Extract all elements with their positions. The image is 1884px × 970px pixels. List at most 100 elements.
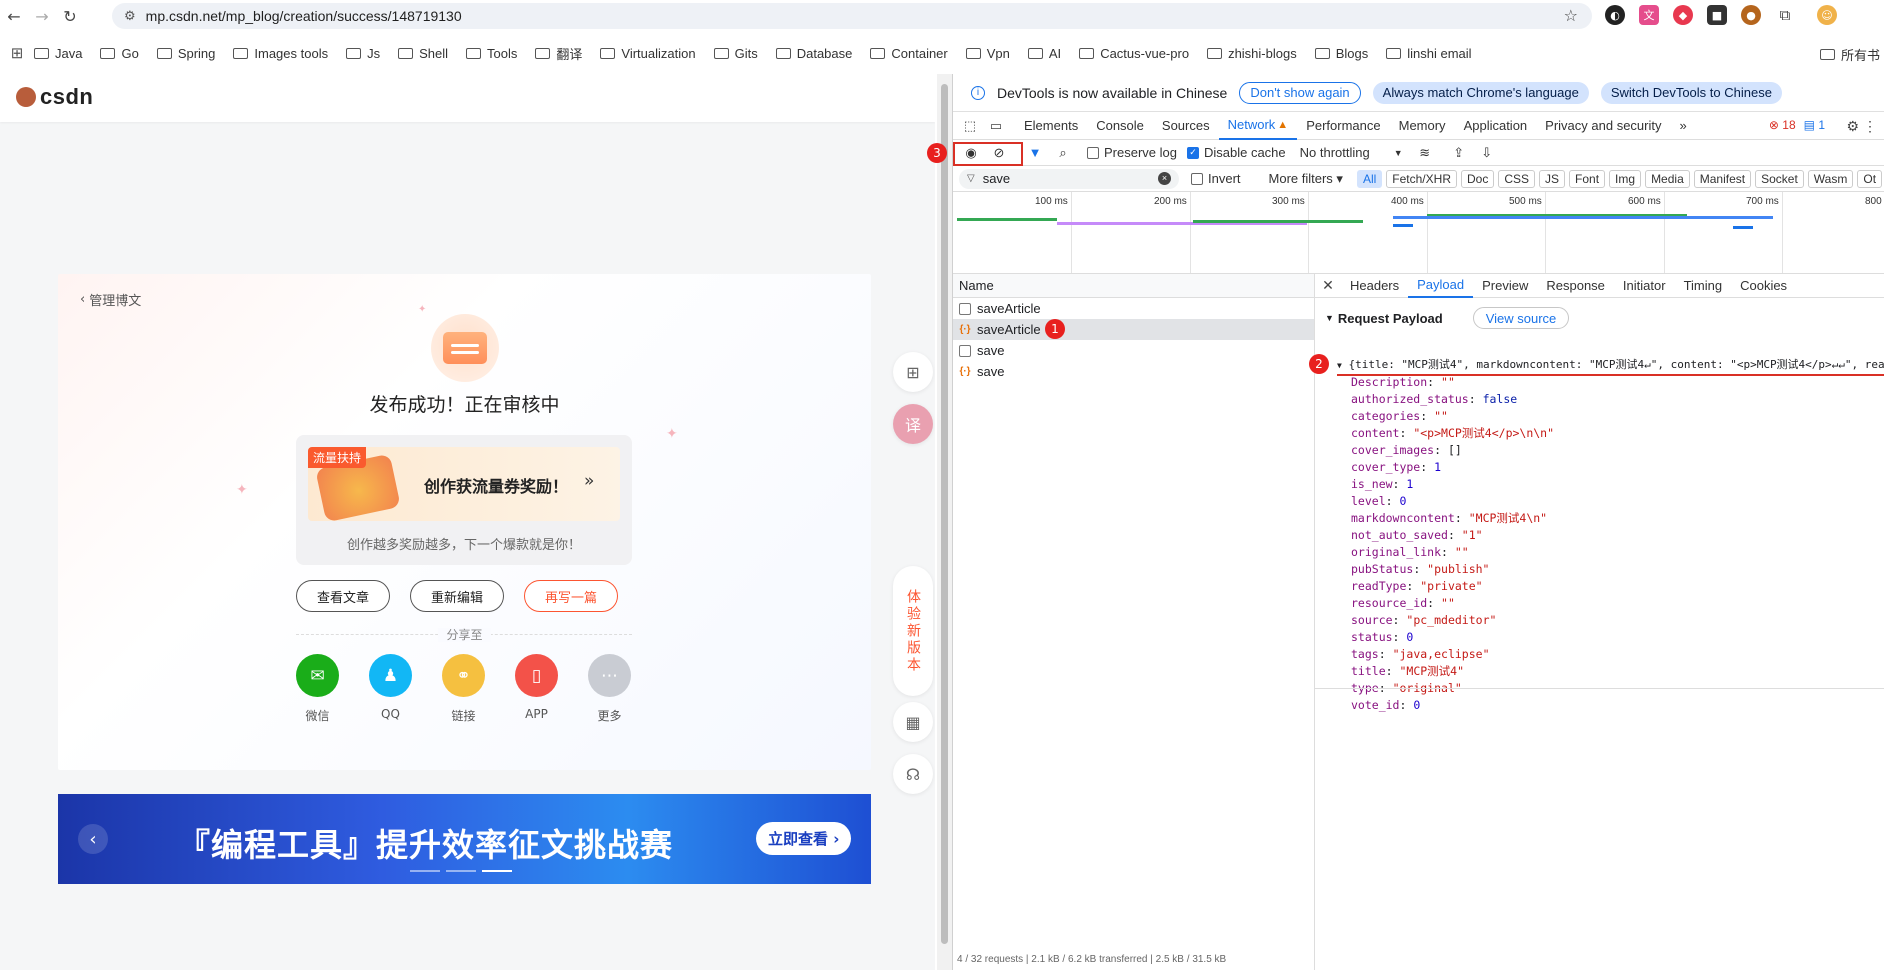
settings-gear-icon[interactable]: ⚙ (1846, 118, 1859, 135)
banner-dot[interactable] (482, 870, 512, 872)
payload-property[interactable]: status: 0 (1351, 629, 1554, 646)
filter-manifest[interactable]: Manifest (1693, 169, 1752, 188)
bookmark-folder[interactable]: Shell (398, 46, 448, 61)
banner-prev-icon[interactable]: ‹ (78, 824, 108, 854)
payload-property[interactable]: readType: "private" (1351, 578, 1554, 595)
issue-counts[interactable]: ⊗ 18 ▤ 1 (1769, 118, 1825, 132)
payload-summary[interactable]: ▼ {title: "MCP测试4", markdowncontent: "MC… (1337, 356, 1884, 376)
bookmark-folder[interactable]: Container (870, 46, 948, 61)
filter-js[interactable]: JS (1539, 169, 1566, 188)
tab-payload[interactable]: Payload (1408, 274, 1474, 298)
preserve-log-checkbox[interactable]: Preserve log (1087, 145, 1177, 160)
share-more[interactable]: ⋯ 更多 (588, 654, 631, 724)
filter-socket[interactable]: Socket (1755, 169, 1804, 188)
more-filters-dropdown[interactable]: More filters ▾ (1269, 171, 1343, 187)
filter-css[interactable]: CSS (1498, 169, 1536, 188)
tab-cookies[interactable]: Cookies (1731, 274, 1796, 298)
forward-icon[interactable]: → (28, 2, 56, 30)
request-payload-section[interactable]: ▼ Request Payload View source (1325, 307, 1570, 329)
bookmark-folder[interactable]: Spring (156, 46, 215, 61)
bookmark-folder[interactable]: Go (100, 46, 139, 61)
share-app[interactable]: ▯ APP (515, 654, 558, 724)
share-qq[interactable]: ♟ QQ (369, 654, 412, 724)
apps-grid-icon[interactable]: ⊞ (0, 44, 34, 62)
more-tabs-icon[interactable]: » (1671, 112, 1696, 140)
clear-filter-icon[interactable]: × (1158, 171, 1171, 185)
payload-property[interactable]: cover_images: [] (1351, 442, 1554, 459)
request-row[interactable]: {·} save (953, 361, 1314, 382)
disable-cache-checkbox[interactable]: ✓ Disable cache (1186, 145, 1286, 160)
re-edit-button[interactable]: 重新编辑 (410, 580, 505, 612)
bookmark-folder[interactable]: Tools (466, 46, 517, 61)
filter-all[interactable]: All (1356, 169, 1383, 188)
payload-property[interactable]: markdowncontent: "MCP测试4\n" (1351, 510, 1554, 527)
view-source-button[interactable]: View source (1472, 307, 1570, 329)
bookmark-folder[interactable]: Database (775, 46, 852, 61)
name-column-header[interactable]: Name (953, 274, 1314, 298)
translate-extension-icon[interactable]: 文 (1639, 5, 1659, 25)
payload-property[interactable]: Description: "" (1351, 374, 1554, 391)
payload-property[interactable]: tags: "java,eclipse" (1351, 646, 1554, 663)
tab-timing[interactable]: Timing (1675, 274, 1732, 298)
payload-property[interactable]: title: "MCP测试4" (1351, 663, 1554, 680)
payload-property[interactable]: not_auto_saved: "1" (1351, 527, 1554, 544)
bookmark-folder[interactable]: Js (346, 46, 380, 61)
try-new-version-button[interactable]: 体验新版本 (893, 566, 933, 696)
headset-icon[interactable]: ☊ (893, 754, 933, 794)
payload-property[interactable]: categories: "" (1351, 408, 1554, 425)
import-icon[interactable]: ⇪ (1445, 145, 1473, 161)
tab-response[interactable]: Response (1537, 274, 1614, 298)
promo-banner[interactable]: 流量扶持 创作获流量券奖励！ » (308, 447, 620, 523)
tab-initiator[interactable]: Initiator (1614, 274, 1675, 298)
profile-avatar[interactable]: ☺ (1817, 5, 1837, 25)
payload-property[interactable]: authorized_status: false (1351, 391, 1554, 408)
ghost-extension-icon[interactable]: ■ (1707, 5, 1727, 25)
tab-application[interactable]: Application (1455, 112, 1537, 140)
close-icon[interactable]: ✕ (1315, 277, 1341, 294)
grid-plus-icon[interactable]: ⊞ (893, 352, 933, 392)
bookmark-folder[interactable]: Virtualization (600, 46, 696, 61)
filter-img[interactable]: Img (1609, 169, 1642, 188)
request-row[interactable]: saveArticle (953, 298, 1314, 319)
invert-checkbox[interactable]: Invert (1191, 171, 1241, 186)
inspect-element-icon[interactable]: ⬚ (957, 118, 983, 134)
kebab-menu-icon[interactable]: ⋮ (1863, 118, 1877, 135)
back-icon[interactable]: ← (0, 2, 28, 30)
payload-property[interactable]: level: 0 (1351, 493, 1554, 510)
tab-headers[interactable]: Headers (1341, 274, 1408, 298)
filter-other[interactable]: Ot (1857, 169, 1883, 188)
share-link[interactable]: ⚭ 链接 (442, 654, 485, 724)
shield-extension-icon[interactable]: ◆ (1673, 5, 1693, 25)
traffic-promo[interactable]: 流量扶持 创作获流量券奖励！ » 创作越多奖励越多，下一个爆款就是你！ (296, 435, 632, 565)
bookmark-folder[interactable]: 翻译 (535, 44, 582, 63)
switch-language-button[interactable]: Switch DevTools to Chinese (1600, 81, 1782, 104)
tab-privacy-security[interactable]: Privacy and security (1536, 112, 1670, 140)
network-conditions-icon[interactable]: ≋ (1411, 145, 1439, 161)
puzzle-icon[interactable]: ⧉ (1775, 5, 1795, 25)
filter-doc[interactable]: Doc (1460, 169, 1495, 188)
match-language-button[interactable]: Always match Chrome's language (1372, 81, 1589, 104)
tab-network[interactable]: Network ▲ (1218, 112, 1298, 140)
manage-posts-link[interactable]: ‹ 管理博文 (80, 290, 141, 309)
bookmark-folder[interactable]: AI (1027, 46, 1061, 61)
banner-dot[interactable] (446, 870, 476, 872)
qrcode-icon[interactable]: ▦ (893, 702, 933, 742)
event-banner[interactable]: ‹ 『编程工具』提升效率征文挑战赛 立即查看 › (58, 794, 871, 884)
bookmark-folder[interactable]: Vpn (965, 46, 1010, 61)
bookmark-folder[interactable]: Gits (713, 46, 758, 61)
payload-property[interactable]: content: "<p>MCP测试4</p>\n\n" (1351, 425, 1554, 442)
bookmark-folder[interactable]: zhishi-blogs (1207, 46, 1297, 61)
banner-view-button[interactable]: 立即查看 › (756, 822, 852, 855)
reload-icon[interactable]: ↻ (56, 2, 84, 30)
dont-show-again-button[interactable]: Don't show again (1239, 81, 1361, 104)
payload-property[interactable]: resource_id: "" (1351, 595, 1554, 612)
bookmark-folder[interactable]: Cactus-vue-pro (1079, 46, 1189, 61)
payload-property[interactable]: is_new: 1 (1351, 476, 1554, 493)
cookie-extension-icon[interactable]: ● (1741, 5, 1761, 25)
tab-preview[interactable]: Preview (1473, 274, 1537, 298)
address-bar[interactable]: ⚙ mp.csdn.net/mp_blog/creation/success/1… (112, 3, 1592, 29)
extension-icon[interactable]: ◐ (1605, 5, 1625, 25)
view-article-button[interactable]: 查看文章 (296, 580, 391, 612)
bookmark-folder[interactable]: Blogs (1314, 46, 1368, 61)
csdn-logo[interactable]: csdn (16, 84, 93, 110)
